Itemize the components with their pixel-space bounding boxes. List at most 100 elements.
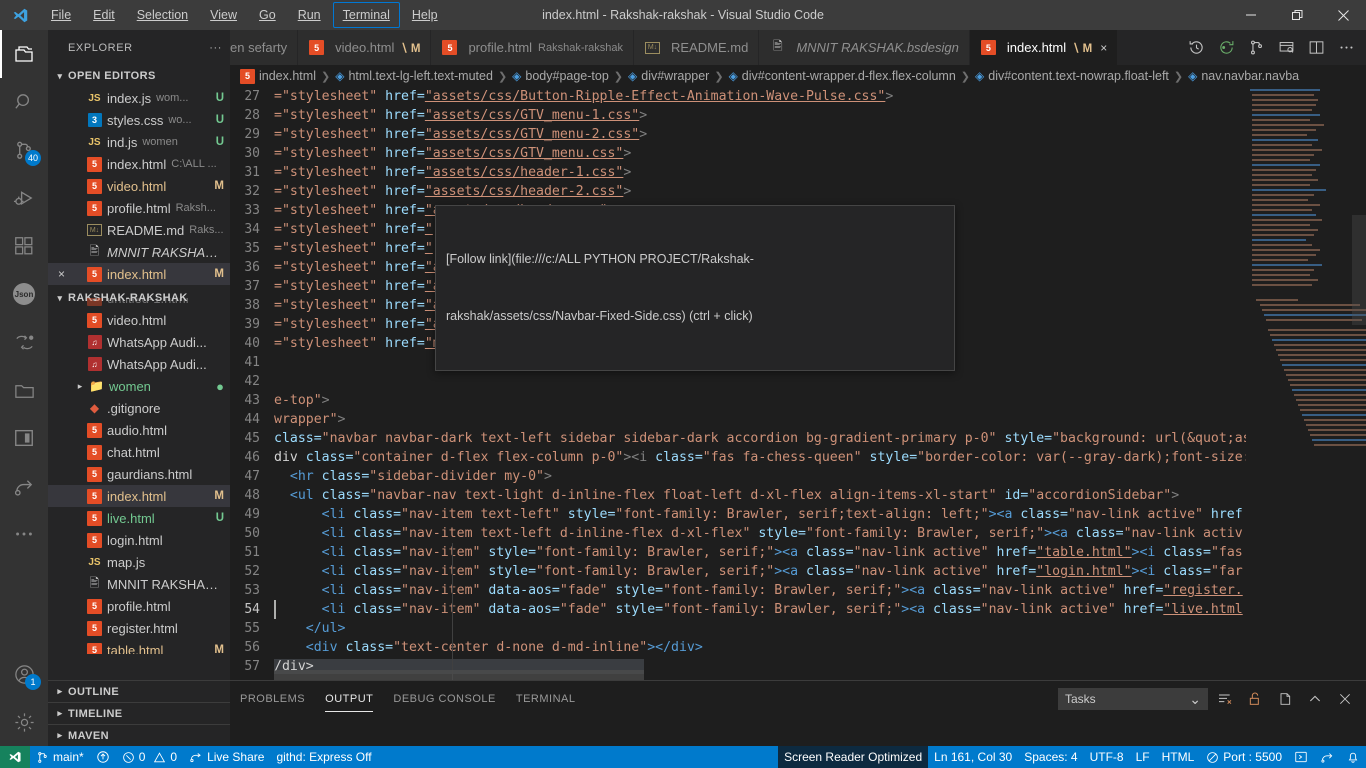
code-line[interactable]: 53 <li class="nav-item" data-aos="fade" … <box>230 581 1246 600</box>
extensions-icon[interactable] <box>0 222 48 270</box>
breadcrumb-item[interactable]: ◈ div#content-wrapper.d-flex.flex-column <box>729 69 956 83</box>
file-row[interactable]: 5 table.html M <box>48 639 230 654</box>
git-sync-status[interactable] <box>90 746 116 768</box>
git-branch-status[interactable]: main* <box>30 746 90 768</box>
menu-file[interactable]: File <box>41 2 81 28</box>
eol-status[interactable]: LF <box>1130 746 1156 768</box>
code-line[interactable]: 27 ="stylesheet" href="assets/css/Button-… <box>230 87 1246 106</box>
menu-edit[interactable]: Edit <box>83 2 125 28</box>
open-preview-icon[interactable] <box>1272 30 1300 65</box>
editor-tab[interactable]: 5 profile.html Rakshak-rakshak <box>431 30 635 65</box>
file-row[interactable]: 5 untitled-1.html <box>48 298 230 309</box>
code-line[interactable]: 28 ="stylesheet" href="assets/css/GTV_men… <box>230 106 1246 125</box>
language-mode-status[interactable]: HTML <box>1156 746 1201 768</box>
code-line[interactable]: 55 </ul> <box>230 619 1246 638</box>
editor-tab[interactable]: 5 index.html ∖ M × <box>969 30 1119 65</box>
explorer-icon[interactable] <box>0 30 48 78</box>
code-line[interactable]: 47 <hr class="sidebar-divider my-0"> <box>230 467 1246 486</box>
menu-view[interactable]: View <box>200 2 247 28</box>
file-row[interactable]: JS ind.js women U <box>48 131 230 153</box>
layout-icon[interactable] <box>0 414 48 462</box>
chevron-right-icon[interactable]: ▸ <box>72 381 88 392</box>
folder-icon[interactable] <box>0 366 48 414</box>
code-editor[interactable]: 27 ="stylesheet" href="assets/css/Button-… <box>230 87 1366 680</box>
code-line[interactable]: 42 <box>230 372 1246 391</box>
open-editors-section[interactable]: ▾ OPEN EDITORS <box>48 65 230 87</box>
run-refresh-icon[interactable] <box>1212 30 1240 65</box>
file-row[interactable]: 🖹 MNNIT RAKSHAK... <box>48 241 230 263</box>
encoding-status[interactable]: UTF-8 <box>1084 746 1130 768</box>
code-line[interactable]: 48 <ul class="navbar-nav text-light d-in… <box>230 486 1246 505</box>
more-actions-icon[interactable] <box>1332 30 1360 65</box>
close-editor-icon[interactable]: × <box>58 267 65 281</box>
code-line[interactable]: 50 <li class="nav-item text-left d-inlin… <box>230 524 1246 543</box>
live-share-status[interactable]: Live Share <box>183 746 270 768</box>
panel-tab-terminal[interactable]: TERMINAL <box>506 681 586 716</box>
window-controls[interactable] <box>1228 0 1366 30</box>
explorer-more-icon[interactable]: ··· <box>209 42 222 54</box>
code-line[interactable]: 43 e-top"> <box>230 391 1246 410</box>
close-panel-icon[interactable] <box>1332 686 1358 712</box>
source-control-icon[interactable]: 40 <box>0 126 48 174</box>
code-line[interactable]: 30 ="stylesheet" href="assets/css/GTV_men… <box>230 144 1246 163</box>
file-row[interactable]: 5 profile.html Raksh... <box>48 197 230 219</box>
unlock-scroll-icon[interactable] <box>1242 686 1268 712</box>
minimize-button[interactable] <box>1228 0 1274 30</box>
maximize-button[interactable] <box>1274 0 1320 30</box>
go-live-icon[interactable] <box>1288 746 1314 768</box>
editor-tab[interactable]: 5 video.html ∖ M <box>298 30 432 65</box>
menu-selection[interactable]: Selection <box>127 2 198 28</box>
file-row[interactable]: 5 index.html C:\ALL ... <box>48 153 230 175</box>
run-debug-icon[interactable] <box>0 174 48 222</box>
json-icon[interactable]: Json <box>0 270 48 318</box>
code-line[interactable]: 32 ="stylesheet" href="assets/css/header-… <box>230 182 1246 201</box>
split-branch-icon[interactable] <box>1242 30 1270 65</box>
file-row[interactable]: 5 gaurdians.html <box>48 463 230 485</box>
menu-terminal[interactable]: Terminal <box>332 2 400 28</box>
file-row[interactable]: JS map.js <box>48 551 230 573</box>
file-row[interactable]: 5 login.html <box>48 529 230 551</box>
code-lines[interactable]: 27 ="stylesheet" href="assets/css/Button-… <box>230 87 1246 680</box>
editor-horizontal-scrollbar[interactable] <box>274 670 1246 680</box>
menu-help[interactable]: Help <box>402 2 448 28</box>
file-row[interactable]: × 5 index.html M <box>48 263 230 285</box>
search-icon[interactable] <box>0 78 48 126</box>
file-row[interactable]: 5 chat.html <box>48 441 230 463</box>
code-line[interactable]: 52 <li class="nav-item" style="font-fami… <box>230 562 1246 581</box>
settings-gear-icon[interactable] <box>0 698 48 746</box>
output-channel-select[interactable]: Tasks ⌄ <box>1058 687 1208 710</box>
file-row[interactable]: ♫ WhatsApp Audi... <box>48 353 230 375</box>
file-row[interactable]: 5 video.html <box>48 309 230 331</box>
file-row[interactable]: 5 audio.html <box>48 419 230 441</box>
code-line[interactable]: 44 wrapper"> <box>230 410 1246 429</box>
cursor-position-status[interactable]: Ln 161, Col 30 <box>928 746 1018 768</box>
share-icon[interactable] <box>0 462 48 510</box>
file-row[interactable]: 🖹 MNNIT RAKSHAK... <box>48 573 230 595</box>
folder-row[interactable]: ▸ 📁 women ● <box>48 375 230 397</box>
breadcrumb-item[interactable]: ◈ nav.navbar.navba <box>1188 69 1299 83</box>
file-row[interactable]: 5 profile.html <box>48 595 230 617</box>
code-line[interactable]: 29 ="stylesheet" href="assets/css/GTV_men… <box>230 125 1246 144</box>
editor-tab[interactable]: 🖹 MNNIT RAKSHAK.bsdesign <box>759 30 970 65</box>
bell-icon[interactable] <box>1340 746 1366 768</box>
maven-section[interactable]: ▸ MAVEN <box>48 724 230 746</box>
code-line[interactable]: 51 <li class="nav-item" style="font-fami… <box>230 543 1246 562</box>
code-line[interactable]: 45 class="navbar navbar-dark text-left si… <box>230 429 1246 448</box>
diff-icon[interactable] <box>0 318 48 366</box>
panel-tab-debug-console[interactable]: DEBUG CONSOLE <box>383 681 505 716</box>
breadcrumb-item[interactable]: ◈ html.text-lg-left.text-muted <box>335 69 493 83</box>
breadcrumb-item[interactable]: ◈ body#page-top <box>512 69 609 83</box>
maximize-panel-icon[interactable] <box>1302 686 1328 712</box>
file-row[interactable]: ♫ WhatsApp Audi... <box>48 331 230 353</box>
code-line[interactable]: 56 <div class="text-center d-none d-md-i… <box>230 638 1246 657</box>
breadcrumb-item[interactable]: ◈ div#wrapper <box>628 69 709 83</box>
file-row[interactable]: 3 styles.css wo... U <box>48 109 230 131</box>
breadcrumb-item[interactable]: 5 index.html <box>240 68 316 84</box>
menu-go[interactable]: Go <box>249 2 286 28</box>
file-row[interactable]: ◆ .gitignore <box>48 397 230 419</box>
accounts-icon[interactable]: 1 <box>0 650 48 698</box>
feedback-icon[interactable] <box>1314 746 1340 768</box>
screen-reader-status[interactable]: Screen Reader Optimized <box>778 746 929 768</box>
editor-tab[interactable]: en sefarty <box>230 30 299 65</box>
file-row[interactable]: M↓ README.md Raks... <box>48 219 230 241</box>
